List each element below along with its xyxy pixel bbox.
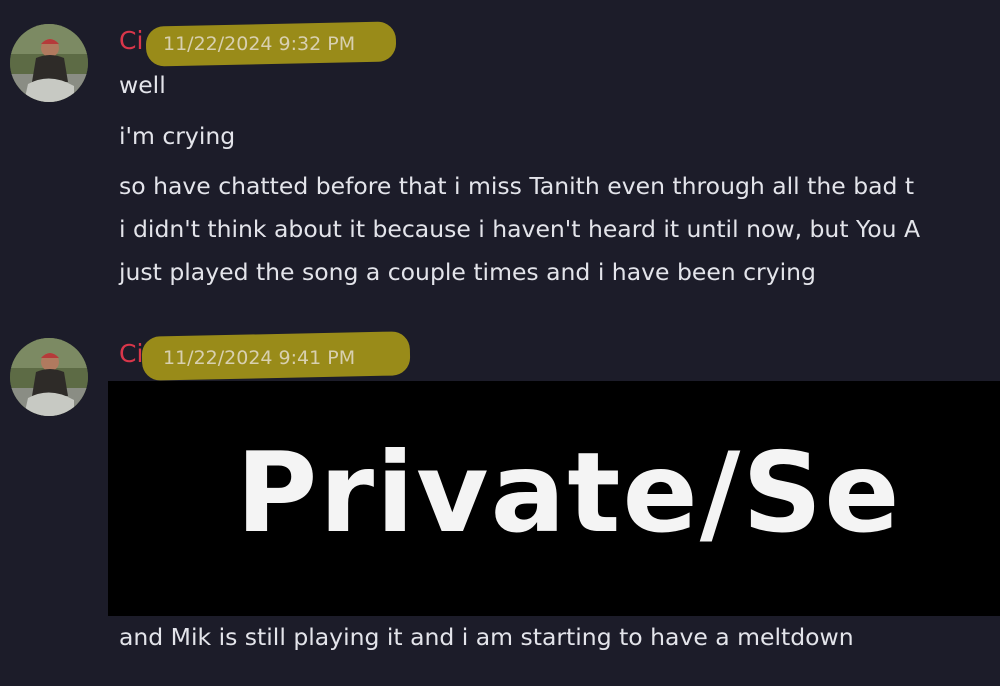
message-text: just played the song a couple times and … — [119, 258, 816, 286]
image-attachment-text: Private/Se — [236, 429, 902, 558]
message-timestamp[interactable]: 11/22/2024 9:32 PM — [163, 29, 355, 59]
message-text: so have chatted before that i miss Tanit… — [119, 172, 915, 200]
chat-view: Ci 11/22/2024 9:32 PM well i'm crying so… — [0, 0, 1000, 686]
user-avatar[interactable] — [10, 24, 88, 102]
username[interactable]: Ci — [119, 26, 143, 56]
message-text: i didn't think about it because i haven'… — [119, 215, 921, 243]
message-text: well — [119, 71, 166, 99]
user-avatar[interactable] — [10, 338, 88, 416]
message-text: and Mik is still playing it and i am sta… — [119, 623, 854, 651]
username[interactable]: Ci — [119, 339, 143, 369]
message-text: i'm crying — [119, 122, 236, 150]
message-timestamp[interactable]: 11/22/2024 9:41 PM — [163, 343, 355, 373]
